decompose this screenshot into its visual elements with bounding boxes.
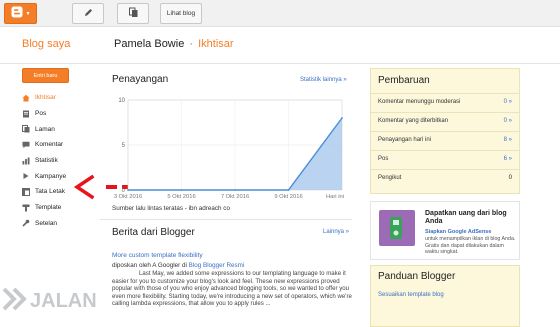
campaign-icon xyxy=(22,172,30,180)
chevron-down-icon: ▼ xyxy=(25,10,31,17)
sidebar-nav: Ikhtisar Pos Laman Komentar Statistik Ka… xyxy=(22,90,92,231)
updates-panel: Pembaruan Komentar menunggu moderasi 0 »… xyxy=(370,68,520,194)
y-tick-label: 10 xyxy=(118,98,125,104)
blogger-menu-button[interactable]: ▼ xyxy=(4,3,37,24)
pageviews-chart: 10503 Okt 2016 5 Okt 2016 7 Okt 2016 9 Okt … xyxy=(114,98,344,200)
traffic-sources: Sumber lalu lintas teratas - ibn adreach… xyxy=(112,205,230,212)
settings-icon xyxy=(22,219,30,227)
x-tick-label: 7 Okt 2016 xyxy=(221,194,249,200)
posts-icon xyxy=(22,110,30,118)
adsense-promo: Dapatkan uang dari blog Anda Siapkan Goo… xyxy=(370,201,520,260)
sidebar-item-posts[interactable]: Pos xyxy=(22,106,92,122)
sidebar-item-label: Template xyxy=(35,204,62,212)
sidebar-item-comments[interactable]: Komentar xyxy=(22,137,92,153)
excerpt-text: Last May, we added some expressions to o… xyxy=(112,270,352,307)
x-tick-label: 3 Okt 2016 xyxy=(114,194,142,200)
update-row-label: Penayangan hari ini xyxy=(378,137,432,143)
copy-pages-icon xyxy=(128,5,139,23)
comments-icon xyxy=(22,141,30,149)
adsense-setup-link[interactable]: Siapkan Google AdSense xyxy=(425,229,491,235)
data-point xyxy=(341,117,343,119)
sidebar-item-label: Statistik xyxy=(35,157,58,165)
sidebar-item-stats[interactable]: Statistik xyxy=(22,153,92,169)
top-toolbar: ▼ Lihat blog xyxy=(0,0,560,27)
brand-title[interactable]: Blog saya xyxy=(22,38,70,50)
more-stats-link[interactable]: Statistik lainnya » xyxy=(300,77,347,83)
pages-toolbar-button[interactable] xyxy=(117,3,149,24)
update-row-label: Komentar menunggu moderasi xyxy=(378,99,461,105)
blogger-guide-panel: Panduan Blogger Sesuaikan template blog xyxy=(370,265,520,327)
byline-blog-link[interactable]: Blog Blogger Resmi xyxy=(189,262,245,269)
guide-title: Panduan Blogger xyxy=(378,271,456,282)
pages-icon xyxy=(22,125,30,133)
sidebar-item-overview[interactable]: Ikhtisar xyxy=(22,90,92,106)
data-point xyxy=(180,189,183,191)
sidebar-item-label: Pos xyxy=(35,110,47,118)
layout-icon xyxy=(22,187,30,196)
sidebar-item-label: Komentar xyxy=(35,141,64,149)
home-icon xyxy=(22,94,30,102)
update-row-value: 0 xyxy=(508,175,512,181)
sidebar-item-label: Laman xyxy=(35,125,55,133)
adsense-text: untuk menampilkan iklan di blog Anda. Gr… xyxy=(425,236,516,255)
x-tick-label: 5 Okt 2016 xyxy=(167,194,195,200)
view-blog-button[interactable]: Lihat blog xyxy=(160,3,202,24)
data-point xyxy=(127,189,129,191)
stats-icon xyxy=(22,157,30,165)
pageviews-title: Penayangan xyxy=(112,74,169,85)
section-divider xyxy=(100,219,352,220)
update-row[interactable]: Penayangan hari ini 8 » xyxy=(371,131,519,149)
sidebar-item-label: Kampanye xyxy=(35,172,67,180)
update-row-label: Pengikut xyxy=(378,175,402,181)
data-point xyxy=(234,189,236,191)
blog-title: Pamela Bowie · Ikhtisar xyxy=(114,38,234,50)
news-post-byline: diposkan oleh A Googler di Blog Blogger … xyxy=(112,262,244,269)
x-tick-label: 9 Okt 2016 xyxy=(274,194,302,200)
news-post-title[interactable]: More custom template flexibility xyxy=(112,252,203,259)
data-point xyxy=(287,189,290,191)
update-row[interactable]: Pos 6 » xyxy=(371,150,519,168)
sidebar-item-settings[interactable]: Setelan xyxy=(22,216,92,232)
sidebar-item-pages[interactable]: Laman xyxy=(22,121,92,137)
byline-prefix: diposkan oleh A Googler di xyxy=(112,262,189,269)
x-tick-label: Hari ini xyxy=(326,194,344,200)
update-row[interactable]: Komentar menunggu moderasi 0 » xyxy=(371,93,519,111)
update-row-label: Pos xyxy=(378,156,389,162)
blog-name[interactable]: Pamela Bowie xyxy=(114,38,184,50)
blogger-icon xyxy=(11,5,23,23)
more-news-link[interactable]: Lainnya » xyxy=(323,229,349,235)
y-tick-label: 5 xyxy=(122,143,126,149)
update-row-label: Komentar yang diterbitkan xyxy=(378,118,449,124)
new-post-button[interactable]: Entri baru xyxy=(22,68,69,83)
section-title: Ikhtisar xyxy=(198,38,234,50)
pencil-icon xyxy=(83,5,94,23)
update-row-value[interactable]: 6 » xyxy=(504,156,512,162)
adsense-title: Dapatkan uang dari blog Anda xyxy=(425,210,507,225)
new-post-toolbar-button[interactable] xyxy=(72,3,104,24)
sidebar-item-label: Setelan xyxy=(35,219,58,227)
update-row: Pengikut 0 xyxy=(371,169,519,187)
guide-template-link[interactable]: Sesuaikan template blog xyxy=(378,292,444,298)
sidebar-item-label: Ikhtisar xyxy=(35,94,56,102)
adsense-icon xyxy=(379,210,415,246)
update-row-value[interactable]: 0 » xyxy=(504,99,512,105)
news-title: Berita dari Blogger xyxy=(112,227,195,238)
update-row-value[interactable]: 8 » xyxy=(504,137,512,143)
template-icon xyxy=(22,204,30,212)
title-separator: · xyxy=(189,38,194,50)
updates-title: Pembaruan xyxy=(378,75,430,86)
page-header: Blog saya Pamela Bowie · Ikhtisar xyxy=(0,27,560,64)
update-row[interactable]: Komentar yang diterbitkan 0 » xyxy=(371,112,519,130)
watermark-text: JALAN xyxy=(30,290,97,312)
news-post-excerpt: Last May, we added some expressions to o… xyxy=(112,270,352,308)
sidebar-item-label: Tata Letak xyxy=(35,188,65,196)
watermark-logo: JALAN xyxy=(2,287,97,312)
update-row-value[interactable]: 0 » xyxy=(504,118,512,124)
